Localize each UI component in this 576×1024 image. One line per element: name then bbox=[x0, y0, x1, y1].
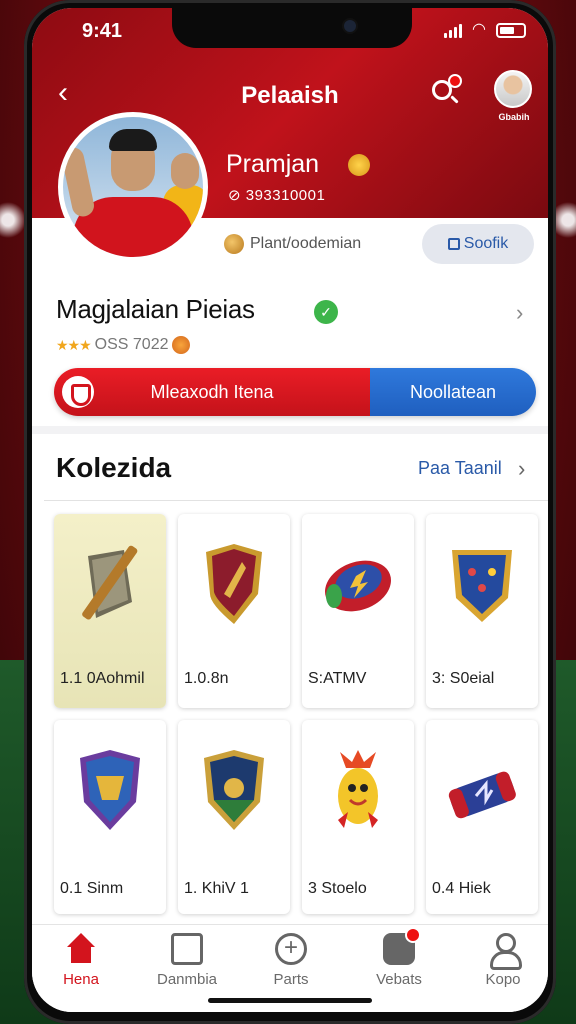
collection-item[interactable]: 3 Stoelo bbox=[302, 720, 414, 914]
collection-item-label: 3 Stoelo bbox=[308, 880, 367, 897]
collection-item-label: 3: S0eial bbox=[432, 670, 495, 687]
tab-label: Danmbia bbox=[156, 971, 218, 988]
dashboard-icon bbox=[171, 933, 203, 965]
profile-name: Pramjan bbox=[226, 150, 320, 178]
ball-icon bbox=[224, 234, 244, 254]
tab-home[interactable]: Hena bbox=[36, 933, 126, 1003]
tab-chats[interactable]: Vebats bbox=[354, 927, 444, 1003]
see-all-link[interactable]: Paa Taanil bbox=[418, 458, 502, 479]
follow-button-label: Soofik bbox=[463, 235, 509, 252]
avatar[interactable] bbox=[494, 70, 532, 108]
collection-item-label: 0.1 Sinm bbox=[60, 880, 124, 897]
square-icon bbox=[447, 238, 460, 250]
gold-shield-icon bbox=[204, 750, 264, 830]
collection-item[interactable]: S:ATMV bbox=[302, 514, 414, 708]
collection-item[interactable]: 1.1 0Aohmil bbox=[54, 514, 166, 708]
home-icon bbox=[65, 933, 97, 965]
avatar-label: Gbabih bbox=[498, 112, 530, 122]
home-indicator bbox=[208, 998, 372, 1003]
coin-icon bbox=[172, 336, 191, 354]
wifi-icon: ◠ bbox=[472, 21, 486, 38]
collection-item-label: 1.0.8n bbox=[184, 670, 229, 687]
rating-text: OSS 7022 bbox=[94, 336, 169, 353]
page-title: Pelaaish bbox=[241, 82, 339, 109]
collection-title: Kolezida bbox=[56, 452, 172, 483]
ball-badge-icon bbox=[325, 560, 391, 612]
device-notch bbox=[172, 8, 412, 48]
segment-right-label: Noollatean bbox=[409, 381, 497, 402]
profile-photo[interactable] bbox=[58, 112, 208, 262]
club-rating: ★★★ OSS 7022 bbox=[56, 336, 191, 354]
segment-right-button[interactable]: Noollatean bbox=[370, 368, 536, 416]
phone-frame: 9:41 ◠ ‹ Pelaaish Gbabih Pramjan ⊘ 39331… bbox=[24, 0, 556, 1024]
scroll-badge-icon bbox=[448, 771, 516, 819]
chevron-right-icon[interactable]: › bbox=[516, 300, 523, 326]
coin-badge-icon bbox=[348, 154, 370, 176]
mascot-icon bbox=[338, 750, 378, 828]
follow-button[interactable]: Soofik bbox=[422, 224, 534, 264]
chevron-right-icon[interactable]: › bbox=[518, 456, 525, 482]
collection-item-label: 1. KhiV 1 bbox=[184, 880, 249, 897]
tab-label: Vebats bbox=[376, 971, 422, 988]
collection-item[interactable]: 1. KhiV 1 bbox=[178, 720, 290, 914]
emblem-icon bbox=[80, 750, 140, 830]
verified-check-icon: ✓ bbox=[314, 300, 338, 324]
profile-role: Plant/oodemian bbox=[224, 234, 361, 254]
collection-item[interactable]: 1.0.8n bbox=[178, 514, 290, 708]
tab-label: Hena bbox=[63, 971, 99, 988]
tab-profile[interactable]: Kopo bbox=[458, 933, 548, 1003]
tab-dashboard[interactable]: Danmbia bbox=[142, 933, 232, 1003]
segment-left-button[interactable]: Mleaxodh Itena bbox=[54, 368, 370, 416]
plus-icon: + bbox=[275, 933, 307, 965]
segment-left-label: Mleaxodh Itena bbox=[150, 381, 274, 402]
tab-add[interactable]: + Parts bbox=[246, 933, 336, 1003]
notification-dot bbox=[405, 927, 421, 943]
app-screen: 9:41 ◠ ‹ Pelaaish Gbabih Pramjan ⊘ 39331… bbox=[32, 8, 548, 1012]
blue-crest-icon bbox=[452, 550, 512, 622]
tab-label: Parts bbox=[273, 971, 309, 988]
battery-icon bbox=[496, 22, 526, 38]
notification-dot bbox=[448, 74, 462, 88]
crest-icon bbox=[206, 544, 262, 624]
collection-item-label: 0.4 Hiek bbox=[432, 880, 491, 897]
collection-item[interactable]: 0.4 Hiek bbox=[426, 720, 538, 914]
segmented-control: Mleaxodh Itena Noollatean bbox=[54, 368, 536, 416]
stars-icon: ★★★ bbox=[56, 336, 92, 353]
club-name[interactable]: Magjalaian Pieias bbox=[56, 294, 255, 325]
camera-icon bbox=[342, 18, 358, 34]
tab-label: Kopo bbox=[485, 971, 521, 988]
shield-icon bbox=[62, 376, 94, 408]
collection-item[interactable]: 0.1 Sinm bbox=[54, 720, 166, 914]
signal-icon bbox=[444, 22, 463, 38]
profile-id: ⊘ 393310001 bbox=[228, 187, 326, 204]
sword-shield-icon bbox=[82, 545, 138, 620]
divider bbox=[44, 500, 548, 501]
chat-icon bbox=[383, 927, 421, 965]
profile-role-text: Plant/oodemian bbox=[250, 235, 362, 252]
collection-item-label: 1.1 0Aohmil bbox=[60, 670, 145, 687]
collection-item-label: S:ATMV bbox=[308, 670, 367, 687]
user-icon bbox=[487, 933, 522, 970]
collection-item[interactable]: 3: S0eial bbox=[426, 514, 538, 708]
status-icons: ◠ bbox=[444, 22, 526, 38]
search-button[interactable] bbox=[430, 74, 462, 108]
status-time: 9:41 bbox=[82, 20, 123, 42]
